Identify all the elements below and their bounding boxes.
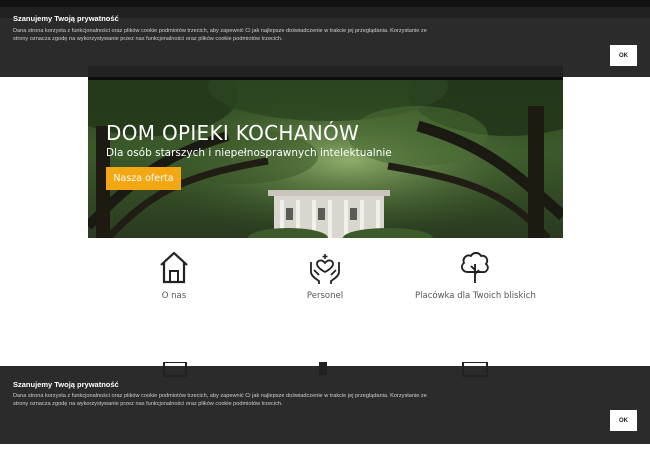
feature-label: Personel [306,291,344,301]
cookie-banner-top: Szanujemy Twoją prywatność Dana strona k… [0,7,650,77]
hero-title: DOM OPIEKI KOCHANÓW [106,121,360,145]
feature-staff[interactable]: Personel [280,250,370,301]
cookie-title: Szanujemy Twoją prywatność [13,14,119,23]
feature-about[interactable]: O nas [134,250,214,301]
cookie-text: Dana strona korzysta z funkcjonalności o… [13,393,427,408]
hero-subtitle: Dla osób starszych i niepełnosprawnych i… [106,147,392,159]
house-icon [160,251,188,284]
caring-hands-icon [310,254,340,284]
tree-icon [460,252,489,283]
cookie-title: Szanujemy Twoją prywatność [13,380,119,389]
cookie-banner-bottom: Szanujemy Twoją prywatność Dana strona k… [0,366,650,444]
cookie-ok-button[interactable]: OK [610,410,637,431]
hero-banner: DOM OPIEKI KOCHANÓW Dla osób starszych i… [88,66,563,238]
feature-label: Placówka dla Twoich bliskich [415,291,536,301]
feature-label: O nas [161,291,187,301]
feature-facility[interactable]: Placówka dla Twoich bliskich [415,250,536,301]
offer-button[interactable]: Nasza oferta [106,167,181,190]
cookie-text: Dana strona korzysta z funkcjonalności o… [13,28,427,43]
cookie-ok-button[interactable]: OK [610,45,637,66]
